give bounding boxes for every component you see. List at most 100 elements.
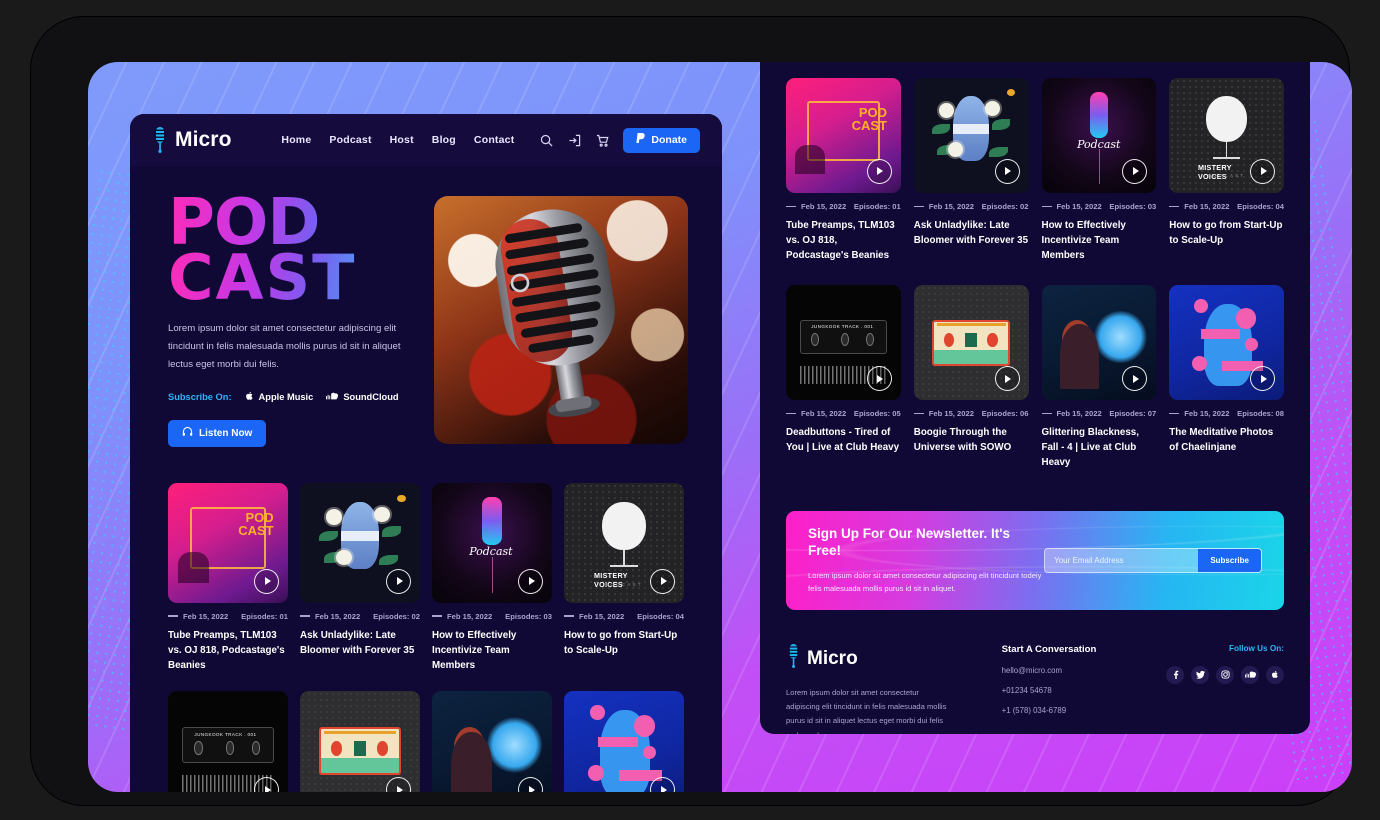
episode-card[interactable]: POD CAST Feb 15, 2022 Episodes: 01 Tube P… [168,482,288,674]
episode-thumbnail[interactable] [913,285,1029,401]
meta-dash [913,412,924,415]
episode-thumbnail[interactable] [300,691,420,792]
episode-title[interactable]: How to Effectively Incentivize Team Memb… [1042,218,1157,264]
apple-icon [245,391,254,403]
nav-item-blog[interactable]: Blog [432,134,456,146]
episode-card[interactable]: Podcast Feb 15, 2022 Episodes: 03 How to… [1041,78,1157,264]
meta-dash [300,615,310,617]
episode-date: Feb 15, 2022 [183,611,229,621]
episode-card[interactable]: Feb 15, 2022 Episodes: 06 Boogie Through… [913,285,1029,470]
episode-thumbnail[interactable] [1041,285,1157,401]
play-button[interactable] [1122,158,1148,184]
episode-title[interactable]: Ask Unladylike: Late Bloomer with Foreve… [300,628,420,658]
episode-card[interactable]: Feb 15, 2022 Episodes: 07 Glittering Bla… [1041,285,1157,471]
meta-dash [1169,412,1180,415]
meta-dash [168,615,178,617]
follow-label: Follow Us On: [1228,643,1284,653]
main-nav: Home Podcast Host Blog Contact [281,134,609,147]
nav-item-home[interactable]: Home [281,134,311,146]
footer-logo[interactable]: Micro [786,643,948,674]
episode-thumbnail[interactable]: JUNGKOOK TRACK . 001 [168,691,288,792]
episode-thumbnail[interactable]: MISTERY VOICES PODCAST [564,482,684,603]
play-button[interactable] [1250,158,1275,184]
episode-thumbnail[interactable]: JUNGKOOK TRACK . 001 [786,285,901,401]
episode-number: Episodes: 03 [505,611,552,621]
episode-title[interactable]: The Meditative Photos of Chaelinjane [1169,425,1284,455]
episode-card[interactable] [564,691,684,792]
apple-icon[interactable] [1266,665,1284,684]
screen: Micro Home Podcast Host Blog Contact Don… [88,62,1352,792]
facebook-icon[interactable] [1166,665,1184,684]
footer-contact-phone-2[interactable]: +1 (578) 034-6789 [1002,706,1146,715]
episode-thumbnail[interactable]: POD CAST [786,78,901,193]
episode-date: Feb 15, 2022 [801,201,847,211]
episode-thumbnail[interactable]: Podcast [432,482,552,603]
nav-item-contact[interactable]: Contact [474,134,514,146]
footer-contact-phone-1[interactable]: +01234 54678 [1002,686,1146,695]
episode-meta: Feb 15, 2022 Episodes: 03 [432,612,552,621]
paypal-icon [636,133,646,147]
episode-number: Episodes: 01 [241,611,288,621]
brand-logo[interactable]: Micro [152,127,232,153]
episode-thumbnail[interactable] [432,691,552,792]
episode-date: Feb 15, 2022 [1184,409,1230,419]
search-icon[interactable] [540,134,553,147]
subscribe-button[interactable]: Subscribe [1198,548,1261,572]
episode-card[interactable]: POD CAST Feb 15, 2022 Episodes: 01 Tube P… [786,78,901,263]
episode-card[interactable]: Feb 15, 2022 Episodes: 08 The Meditative… [1169,285,1284,470]
episode-title[interactable]: Tube Preamps, TLM103 vs. OJ 818, Podcast… [786,218,901,264]
episode-card[interactable]: JUNGKOOK TRACK . 001 [168,691,288,792]
episode-title[interactable]: Boogie Through the Universe with SOWO [914,425,1029,455]
nav-item-podcast[interactable]: Podcast [329,134,371,146]
episode-card[interactable]: MISTERY VOICES PODCAST Feb 15, 2022 Episo… [564,482,684,674]
episode-card[interactable]: Feb 15, 2022 Episodes: 02 Ask Unladylike… [300,482,420,674]
episode-title[interactable]: How to Effectively Incentivize Team Memb… [432,628,552,674]
play-button[interactable] [650,568,675,594]
play-button[interactable] [1250,366,1275,392]
episode-title[interactable]: Ask Unladylike: Late Bloomer with Foreve… [914,218,1029,248]
nav-item-host[interactable]: Host [390,134,414,146]
twitter-icon[interactable] [1191,665,1209,684]
episode-card[interactable] [432,691,552,792]
episode-card[interactable]: Podcast Feb 15, 2022 Episodes: 03 How to… [432,482,552,674]
play-button[interactable] [866,158,892,184]
episode-title[interactable]: Deadbuttons - Tired of You | Live at Clu… [786,425,901,455]
episode-card[interactable]: Feb 15, 2022 Episodes: 02 Ask Unladylike… [913,78,1029,263]
play-button[interactable] [994,366,1020,392]
email-input[interactable] [1045,548,1199,572]
listen-now-button[interactable]: Listen Now [168,419,267,447]
episode-title[interactable]: Glittering Blackness, Fall - 4 | Live at… [1042,425,1157,471]
footer-contact-email[interactable]: hello@micro.com [1002,666,1146,675]
subscribe-soundcloud[interactable]: SoundCloud [326,392,399,402]
episode-card[interactable]: MISTERY VOICES PODCAST Feb 15, 2022 Episo… [1169,78,1284,263]
play-button[interactable] [386,568,411,594]
site-footer: Micro Lorem ipsum dolor sit amet consect… [760,610,1310,734]
episode-thumbnail[interactable] [1169,285,1284,401]
play-button[interactable] [518,568,543,594]
play-button[interactable] [254,568,279,594]
episode-thumbnail[interactable] [300,482,420,603]
hero-image [434,196,688,444]
episode-thumbnail[interactable]: Podcast [1041,78,1157,193]
episode-card[interactable] [300,691,420,792]
episode-card[interactable]: JUNGKOOK TRACK . 001 Feb 15, 2022 Episod… [786,285,901,470]
episode-thumbnail[interactable] [564,691,684,792]
episode-number: Episodes: 01 [853,201,901,211]
episode-title[interactable]: Tube Preamps, TLM103 vs. OJ 818, Podcast… [168,628,288,674]
footer-about-text: Lorem ipsum dolor sit amet consectetur a… [786,687,947,734]
meta-dash [1169,205,1180,207]
episode-thumbnail[interactable] [913,78,1029,193]
episode-thumbnail[interactable]: MISTERY VOICES PODCAST [1169,78,1284,193]
donate-button[interactable]: Donate [623,127,700,153]
cart-icon[interactable] [596,134,609,147]
episode-title[interactable]: How to go from Start-Up to Scale-Up [1169,218,1284,248]
play-button[interactable] [994,158,1020,184]
play-button[interactable] [866,366,892,392]
subscribe-apple-music[interactable]: Apple Music [245,391,313,403]
episode-thumbnail[interactable]: POD CAST [168,482,288,603]
footer-social: Follow Us On: [1166,644,1284,734]
soundcloud-icon[interactable] [1241,665,1259,684]
login-icon[interactable] [568,134,581,147]
episode-title[interactable]: How to go from Start-Up to Scale-Up [564,628,684,658]
instagram-icon[interactable] [1216,665,1234,684]
